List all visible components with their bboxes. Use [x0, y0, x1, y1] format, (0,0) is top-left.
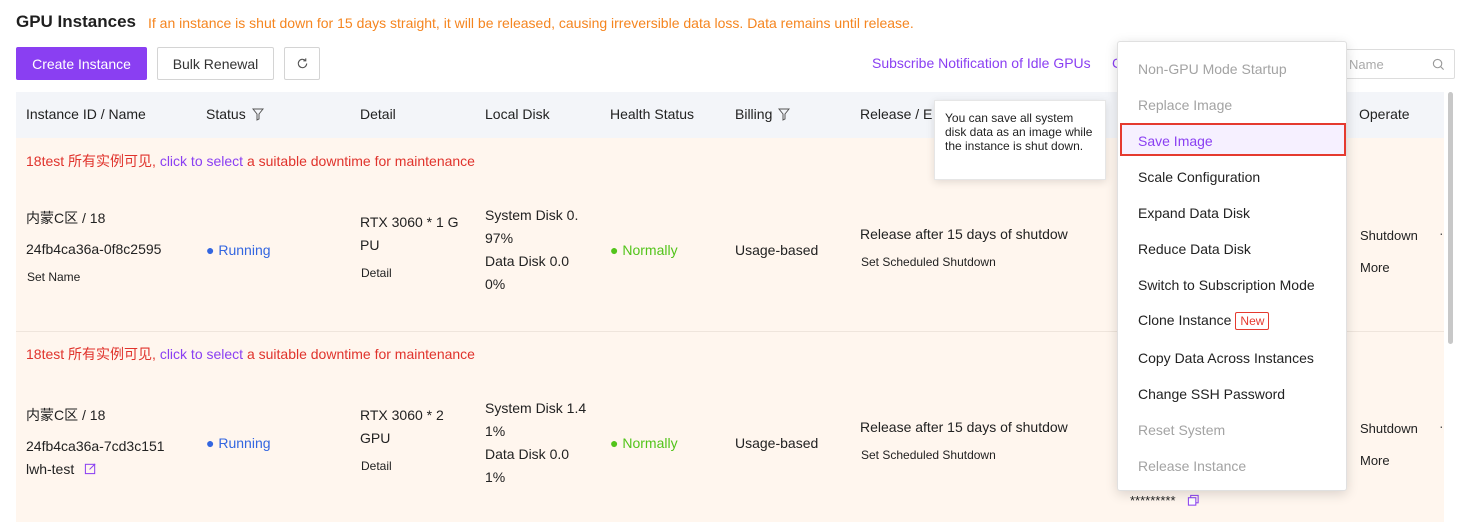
menu-item-change-ssh-password[interactable]: Change SSH Password [1138, 386, 1285, 402]
release-policy: Release after 15 days of shutdow [860, 419, 1068, 435]
detail-link[interactable]: Detail [361, 262, 392, 285]
copy-icon[interactable] [1187, 494, 1200, 507]
edit-icon[interactable] [84, 462, 97, 475]
menu-item-non-gpu-startup[interactable]: Non-GPU Mode Startup [1138, 61, 1287, 77]
set-scheduled-shutdown-link[interactable]: Set Scheduled Shutdown [861, 251, 996, 274]
refresh-button[interactable] [284, 47, 320, 80]
shutdown-button[interactable]: Shutdown [1360, 417, 1418, 440]
more-options-icon[interactable]: · [1439, 222, 1444, 245]
billing-mode: Usage-based [735, 242, 819, 258]
menu-item-release-instance[interactable]: Release Instance [1138, 458, 1246, 474]
maintenance-notice: 18test 所有实例可见, click to select a suitabl… [26, 153, 475, 169]
subscribe-idle-gpus-link[interactable]: Subscribe Notification of Idle GPUs [872, 55, 1091, 71]
column-operate: Operate [1359, 106, 1410, 122]
release-warning: If an instance is shut down for 15 days … [148, 15, 914, 31]
menu-item-expand-data-disk[interactable]: Expand Data Disk [1138, 205, 1250, 221]
bulk-renewal-button[interactable]: Bulk Renewal [157, 47, 274, 80]
more-options-icon[interactable]: · [1439, 415, 1444, 438]
gpu-detail: RTX 3060 * 1 G PU [360, 214, 459, 253]
detail-link[interactable]: Detail [361, 455, 392, 478]
instance-id: 24fb4ca36a-7cd3c151 [26, 438, 165, 454]
new-badge: New [1235, 312, 1270, 330]
page-title: GPU Instances [16, 12, 136, 31]
refresh-icon [297, 58, 307, 69]
column-billing: Billing [735, 106, 791, 122]
more-button[interactable]: More [1360, 449, 1390, 472]
column-detail: Detail [360, 106, 396, 122]
release-policy: Release after 15 days of shutdow [860, 226, 1068, 242]
column-status: Status [206, 106, 264, 122]
menu-item-clone-instance[interactable]: Clone Instance New [1138, 312, 1270, 330]
instance-name: lwh-test [26, 458, 97, 481]
filter-icon[interactable] [251, 108, 264, 121]
menu-item-save-image[interactable]: Save Image [1138, 133, 1213, 149]
more-button[interactable]: More [1360, 256, 1390, 279]
column-release: Release / E [860, 106, 933, 122]
menu-item-replace-image[interactable]: Replace Image [1138, 97, 1232, 113]
gpu-detail: RTX 3060 * 2 GPU [360, 407, 444, 446]
password-mask: ********* [1130, 489, 1200, 512]
shutdown-button[interactable]: Shutdown [1360, 224, 1418, 247]
maintenance-notice: 18test 所有实例可见, click to select a suitabl… [26, 346, 475, 362]
local-disk-usage: System Disk 1.4 1% Data Disk 0.0 1% [485, 400, 587, 485]
search-icon[interactable] [1432, 58, 1445, 71]
health-status: ● Normally [610, 242, 678, 258]
billing-mode: Usage-based [735, 435, 819, 451]
menu-item-reset-system[interactable]: Reset System [1138, 422, 1225, 438]
set-scheduled-shutdown-link[interactable]: Set Scheduled Shutdown [861, 444, 996, 467]
menu-item-copy-data[interactable]: Copy Data Across Instances [1138, 350, 1314, 366]
maintenance-select-link[interactable]: click to select [160, 153, 243, 169]
instance-id: 24fb4ca36a-0f8c2595 [26, 241, 162, 257]
local-disk-usage: System Disk 0. 97% Data Disk 0.0 0% [485, 207, 579, 292]
save-image-tooltip: You can save all system disk data as an … [934, 100, 1106, 180]
menu-item-switch-subscription[interactable]: Switch to Subscription Mode [1138, 277, 1315, 293]
set-name-link[interactable]: Set Name [27, 266, 80, 289]
health-status: ● Normally [610, 435, 678, 451]
column-local-disk: Local Disk [485, 106, 550, 122]
column-health-status: Health Status [610, 106, 695, 122]
instance-region[interactable]: 内蒙C区 / 18 [26, 404, 105, 427]
create-instance-button[interactable]: Create Instance [16, 47, 147, 80]
menu-item-reduce-data-disk[interactable]: Reduce Data Disk [1138, 241, 1251, 257]
menu-item-scale-configuration[interactable]: Scale Configuration [1138, 169, 1260, 185]
search-input[interactable]: Name [1338, 49, 1455, 79]
status-badge: ● Running [206, 242, 271, 258]
instance-region[interactable]: 内蒙C区 / 18 [26, 207, 105, 230]
vertical-scrollbar[interactable] [1448, 92, 1453, 344]
search-placeholder: Name [1349, 57, 1384, 72]
status-badge: ● Running [206, 435, 271, 451]
filter-icon[interactable] [778, 108, 791, 121]
column-instance-id: Instance ID / Name [26, 106, 146, 122]
maintenance-select-link[interactable]: click to select [160, 346, 243, 362]
more-actions-menu: Non-GPU Mode Startup Replace Image Save … [1117, 41, 1347, 491]
